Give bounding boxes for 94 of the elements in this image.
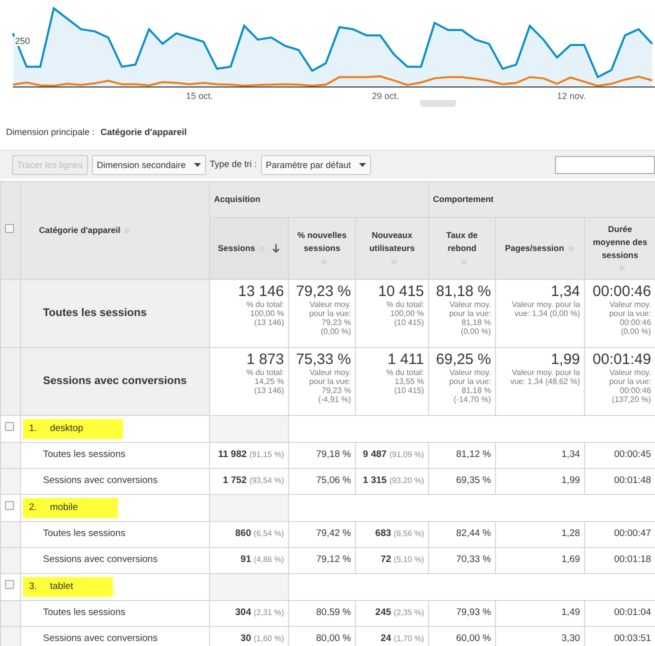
segment-label: Toutes les sessions	[43, 528, 126, 540]
caret-icon	[358, 163, 366, 167]
table-cell: 304 (2,31 %)	[235, 607, 284, 618]
table-cell: 11 982 (91,15 %)	[218, 449, 284, 460]
column-header[interactable]: Pages/session	[504, 242, 564, 256]
row-link[interactable]: 1. desktop	[23, 418, 124, 440]
metric-note: Valeur moy. pour la vue: 1,34 (0,00 %)	[510, 300, 580, 318]
column-header[interactable]: Sessions	[218, 242, 256, 256]
metric-value: 1 873	[245, 351, 284, 368]
segment-label: Sessions avec conversions	[43, 475, 158, 486]
table-cell: 60,00 %	[456, 633, 492, 644]
metric-note: Valeur moy. pour la vue: 79,23 % (-4,91 %)	[308, 368, 351, 404]
table-cell: 24 (1,70 %)	[380, 633, 424, 644]
table-cell: 00:00:45	[614, 449, 652, 460]
metric-note: % du total: 100,00 % (13 146)	[245, 300, 284, 327]
table-cell: 683 (6,56 %)	[375, 528, 424, 540]
collapse-handle[interactable]	[420, 100, 456, 107]
table-cell: 1,28	[562, 528, 580, 540]
table-cell: 79,42 %	[316, 528, 351, 540]
metric-value: 75,33 %	[294, 351, 351, 368]
table-cell: 1 315 (93,20 %)	[362, 475, 424, 486]
table-cell: 79,12 %	[316, 554, 351, 566]
dimension-label: Dimension principale :	[6, 127, 95, 137]
metric-note: Valeur moy. pour la vue: 00:00:46 (0,00 %)	[608, 300, 652, 336]
checkbox[interactable]	[5, 422, 14, 432]
sort-arrow-icon	[272, 244, 280, 254]
group-header: Comportement	[433, 194, 494, 204]
table-cell: 9 487 (91,09 %)	[362, 449, 424, 460]
table-cell: 1 752 (93,54 %)	[222, 475, 284, 486]
table-cell: 3,30	[562, 633, 580, 644]
table-cell: 82,44 %	[456, 528, 492, 540]
table-cell: 91 (4,86 %)	[240, 554, 284, 566]
checkbox[interactable]	[5, 501, 14, 510]
segment-label: Sessions avec conversions	[43, 633, 158, 644]
table-cell: 80,59 %	[316, 607, 351, 618]
column-header[interactable]: Catégorie d'appareil	[39, 225, 120, 236]
sort-type-label: Type de tri :	[210, 158, 257, 172]
row-link[interactable]: 3. tablet	[23, 576, 114, 598]
metric-value: 69,25 %	[434, 351, 492, 368]
table-cell: 1,34	[562, 449, 580, 460]
table-cell: 75,06 %	[316, 475, 351, 486]
table-cell: 30 (1,60 %)	[240, 633, 284, 644]
metric-value: 1,99	[550, 351, 580, 368]
segment-label: Toutes les sessions	[43, 607, 126, 618]
metric-note: % du total: 100,00 % (10 415)	[385, 300, 424, 327]
table-cell: 00:00:47	[614, 528, 652, 540]
segment-label: Toutes les sessions	[43, 449, 126, 460]
segment-label: Sessions avec conversions	[43, 554, 158, 566]
metric-note: Valeur moy. pour la vue: 1,34 (48,62 %)	[509, 368, 580, 386]
metric-note: % du total: 14,25 % (13 146)	[245, 368, 284, 395]
axis-label: 250	[14, 36, 32, 46]
checkbox[interactable]	[5, 224, 14, 234]
table-cell: 00:01:48	[614, 475, 652, 486]
table-cell: 69,35 %	[456, 475, 492, 486]
metric-value: 1,34	[550, 283, 580, 300]
table-cell: 00:01:04	[614, 607, 652, 618]
axis-label: 29 oct.	[372, 90, 400, 103]
search-field[interactable]	[555, 156, 655, 174]
axis-label: 15 oct.	[186, 90, 214, 103]
metric-value: 1 411	[386, 351, 424, 368]
metric-value: 79,23 %	[294, 283, 351, 300]
metric-value: 00:00:46	[592, 283, 652, 300]
metric-value: 10 415	[377, 283, 424, 300]
table-cell: 00:01:18	[614, 554, 652, 566]
table-cell: 1,49	[562, 607, 580, 618]
row-link[interactable]: 2. mobile	[23, 498, 118, 518]
group-header: Acquisition	[214, 194, 260, 204]
row-label: Sessions avec conversions	[43, 375, 187, 388]
table-cell: 81,12 %	[456, 449, 492, 460]
table-cell: 70,33 %	[456, 554, 492, 566]
table-cell: 80,00 %	[316, 633, 351, 644]
caret-icon	[194, 163, 201, 167]
metric-value: 81,18 %	[434, 283, 492, 300]
row-label: Toutes les sessions	[43, 307, 147, 320]
table-cell: 79,93 %	[456, 607, 492, 618]
metric-note: Valeur moy. pour la vue: 79,23 % (0,00 %)	[308, 300, 351, 336]
dimension-value[interactable]: Catégorie d'appareil	[100, 127, 187, 137]
table-cell: 72 (5,10 %)	[380, 554, 424, 566]
secondary-dimension-dropdown[interactable]: Dimension secondaire	[92, 155, 206, 175]
metric-value: 00:01:49	[592, 351, 652, 368]
checkbox[interactable]	[5, 580, 14, 590]
table-cell: 1,69	[562, 554, 580, 566]
sort-type-dropdown[interactable]: Paramètre par défaut	[260, 155, 371, 175]
table-cell: 00:03:51	[614, 633, 652, 644]
table-cell: 79,18 %	[316, 449, 351, 460]
metric-note: Valeur moy. pour la vue: 00:00:46 (137,20 %)	[608, 368, 652, 404]
metric-note: Valeur moy. pour la vue: 81,18 % (-14,70 %)	[448, 368, 492, 404]
axis-label: 12 nov.	[557, 90, 586, 103]
metric-note: Valeur moy. pour la vue: 81,18 % (0,00 %)	[448, 300, 492, 336]
table-cell: 245 (2,35 %)	[375, 607, 424, 618]
table-cell: 860 (6,54 %)	[235, 528, 284, 540]
table-cell: 1,99	[562, 475, 580, 486]
metric-value: 13 146	[237, 283, 284, 300]
metric-note: % du total: 13,55 % (10 415)	[385, 368, 424, 395]
